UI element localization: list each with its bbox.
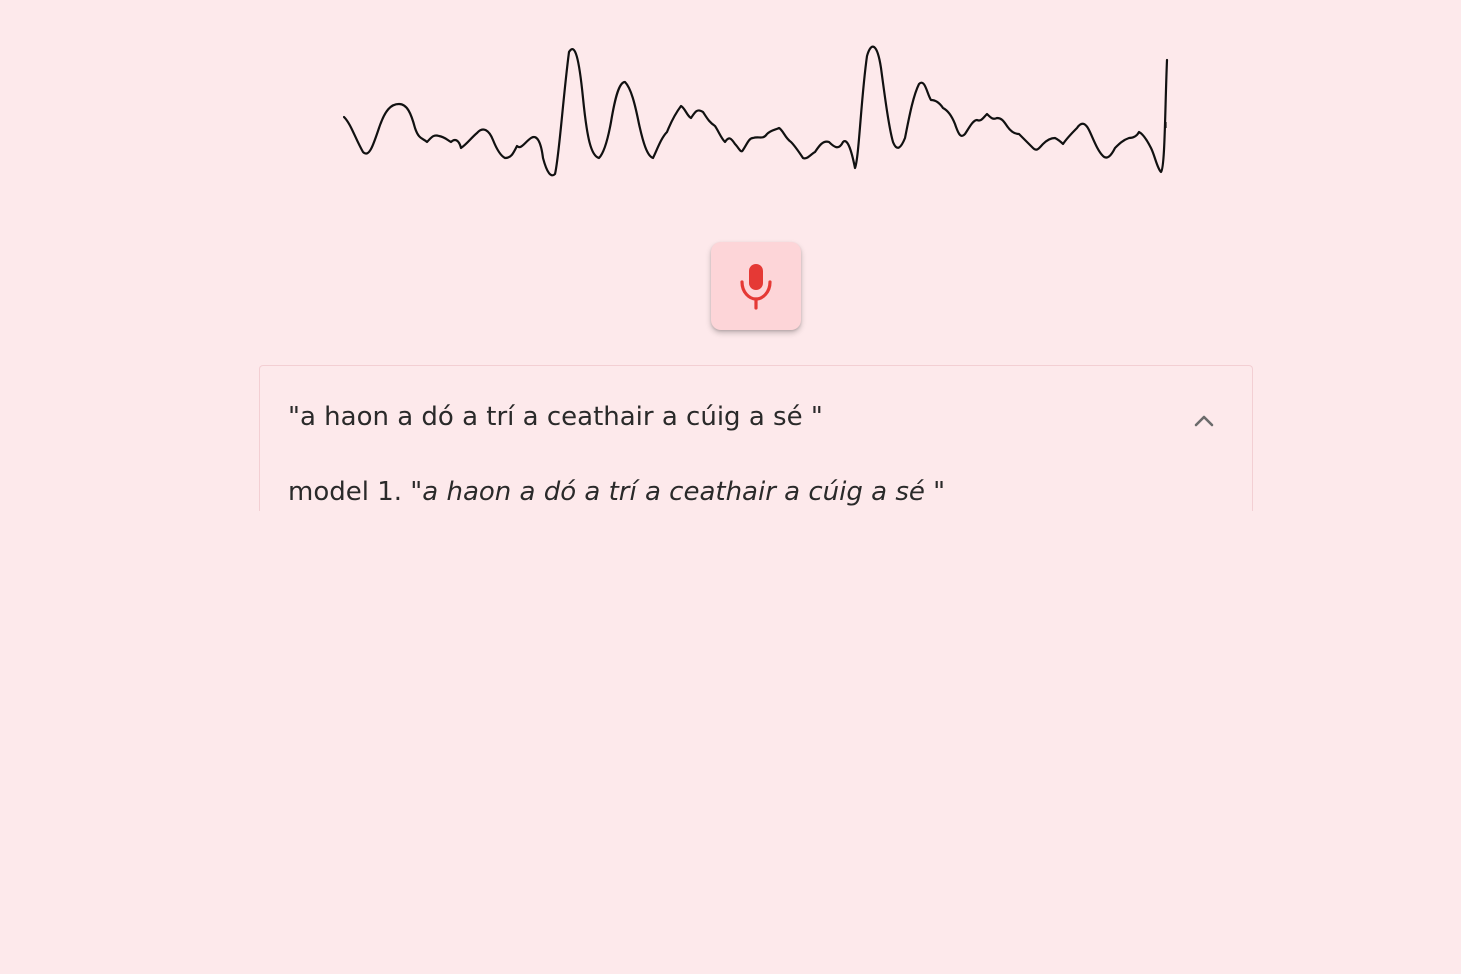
model-result-1: model 1. "a haon a dó a trí a ceathair a…: [288, 477, 945, 507]
collapse-toggle-button[interactable]: [1189, 409, 1219, 431]
speech-recognition-page: "a haon a dó a trí a ceathair a cúig a s…: [0, 0, 1461, 974]
chevron-up-icon: [1194, 415, 1214, 427]
model-result-suffix: ": [924, 477, 946, 507]
waveform-trace: [343, 45, 1169, 177]
transcript-text: "a haon a dó a trí a ceathair a cúig a s…: [288, 402, 823, 432]
microphone-icon: [740, 264, 772, 310]
transcription-results-panel: "a haon a dó a trí a ceathair a cúig a s…: [259, 365, 1253, 511]
model-result-text: a haon a dó a trí a ceathair a cúig a sé: [422, 477, 925, 507]
model-result-prefix: model 1. ": [288, 477, 423, 507]
record-microphone-button[interactable]: [711, 242, 801, 330]
audio-waveform: [343, 45, 1169, 177]
